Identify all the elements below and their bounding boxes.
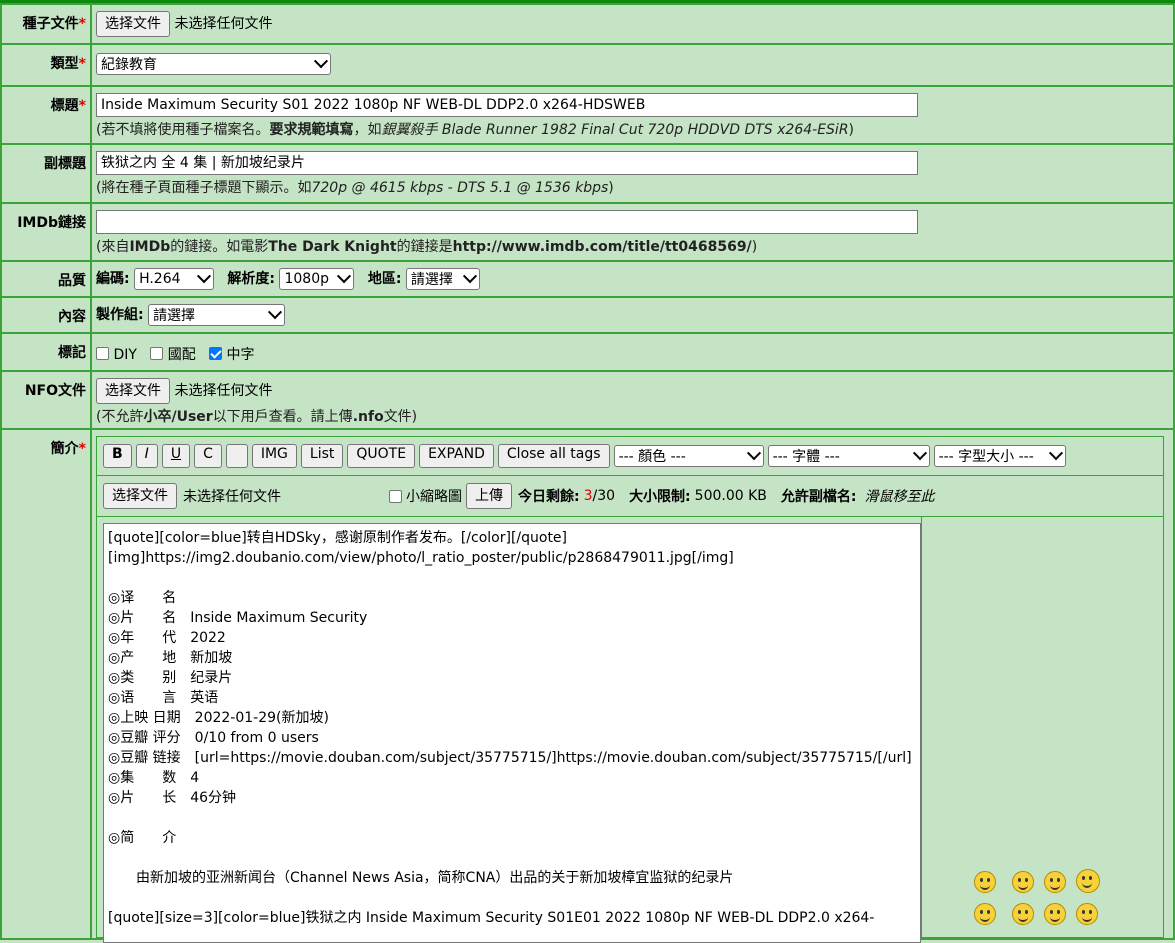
chevron-down-icon [912,446,927,461]
resolution-select[interactable]: 1080p [279,268,355,290]
group-label: 製作組: [96,307,144,323]
intro-label: 簡介* [0,428,92,940]
chevron-down-icon [462,269,477,284]
diy-checkbox[interactable] [96,347,109,360]
zh-checkbox[interactable] [209,347,223,360]
group-select[interactable]: 請選擇 [148,304,286,326]
imdb-hint: (來自IMDb的鏈接。如電影The Dark Knight的鏈接是http://… [96,239,758,255]
expand-button[interactable]: EXPAND [419,444,494,468]
color-select[interactable]: --- 顏色 --- [613,445,764,467]
nfo-file-status: 未选择任何文件 [174,383,273,399]
remain-label: 今日剩餘: [518,489,580,505]
chevron-down-icon [746,446,761,461]
nfo-choose-file-button[interactable]: 选择文件 [96,378,170,404]
smile-icon[interactable] [974,903,996,925]
type-label: 類型* [0,43,92,87]
resolution-label: 解析度: [227,271,276,287]
nfo-label: NFO文件 [0,370,92,430]
chevron-down-icon [337,269,352,284]
limit-label: 大小限制: [629,489,691,505]
grin-icon[interactable] [1044,903,1066,925]
title-label: 標題* [0,85,92,145]
region-select[interactable]: 請選擇 [405,268,480,290]
code-button[interactable]: C [194,444,222,468]
upload-button[interactable]: 上傳 [466,483,512,509]
list-button[interactable]: List [300,444,344,468]
image-choose-file-button[interactable]: 选择文件 [103,483,177,509]
remain-used: 3 [583,488,593,504]
italic-button[interactable]: I [135,444,158,468]
wink-icon[interactable] [1076,903,1098,925]
description-textarea[interactable]: [quote][color=blue]转自HDSky，感谢原制作者发布。[/co… [103,523,921,943]
underline-button[interactable]: U [161,444,191,468]
torrent-file-label: 種子文件* [0,3,92,45]
dub-label: 國配 [167,347,196,363]
quality-label: 品質 [0,260,92,298]
font-select[interactable]: --- 字體 --- [767,445,930,467]
ext-label: 允許副檔名: [780,489,857,505]
limit-value: 500.00 KB [694,488,767,504]
grin-icon[interactable] [1044,871,1066,893]
thumbnail-label: 小縮略圖 [406,489,462,505]
image-file-status: 未选择任何文件 [183,489,281,505]
type-select[interactable]: 紀錄教育 [96,53,331,75]
torrent-file-status: 未选择任何文件 [174,16,273,32]
img-button[interactable]: IMG [251,444,297,468]
torrent-choose-file-button[interactable]: 选择文件 [96,11,170,37]
chevron-down-icon [1048,446,1063,461]
codec-select[interactable]: H.264 [134,268,215,290]
ext-hover-hint[interactable]: 滑鼠移至此 [865,486,935,506]
nfo-hint: (不允許小卒/User以下用戶查看。請上傳.nfo文件) [96,409,418,425]
title-hint: (若不填將使用種子檔案名。要求規範填寫，如銀翼殺手 Blade Runner 1… [96,122,855,138]
happy-icon[interactable] [1012,871,1034,893]
editor-toolbar: B I U C IMG List QUOTE EXPAND Close all … [97,437,1163,476]
quote-button[interactable]: QUOTE [347,444,416,468]
bbcode-editor: B I U C IMG List QUOTE EXPAND Close all … [96,436,1164,943]
close-all-tags-button[interactable]: Close all tags [497,444,610,468]
font-size-select[interactable]: --- 字型大小 --- [933,445,1066,467]
smile-icon[interactable] [974,871,996,893]
remain-total: /30 [592,488,616,504]
content-label: 內容 [0,296,92,334]
region-label: 地區: [367,271,402,287]
imdb-label: IMDb鏈接 [0,202,92,262]
dub-checkbox[interactable] [150,347,164,360]
smilies-panel [921,517,1163,937]
diy-label: DIY [113,347,137,363]
laugh-icon[interactable] [1076,869,1100,893]
chevron-down-icon [267,305,283,320]
chevron-down-icon [313,54,329,69]
blank-button[interactable] [225,444,248,468]
subtitle-input[interactable]: 铁狱之内 全 4 集 | 新加坡纪录片 [96,151,918,175]
bold-button[interactable]: B [103,444,132,468]
subtitle-hint: (將在種子頁面種子標題下顯示。如720p @ 4615 kbps - DTS 5… [96,180,614,196]
title-input[interactable]: Inside Maximum Security S01 2022 1080p N… [96,93,918,117]
image-upload-bar: 选择文件 未选择任何文件 小縮略圖 上傳 今日剩餘: 3/30 大小限制: 50… [97,476,1163,517]
chevron-down-icon [196,269,212,284]
happy-icon[interactable] [1012,903,1034,925]
tags-label: 標記 [0,332,92,372]
thumbnail-checkbox[interactable] [389,489,402,503]
upload-form: 種子文件* 选择文件 未选择任何文件 類型* 紀錄教育 標題* Inside M… [0,3,1175,943]
codec-label: 編碼: [96,271,130,287]
subtitle-label: 副標題 [0,143,92,204]
imdb-input[interactable] [96,210,918,234]
zh-label: 中字 [226,347,255,363]
